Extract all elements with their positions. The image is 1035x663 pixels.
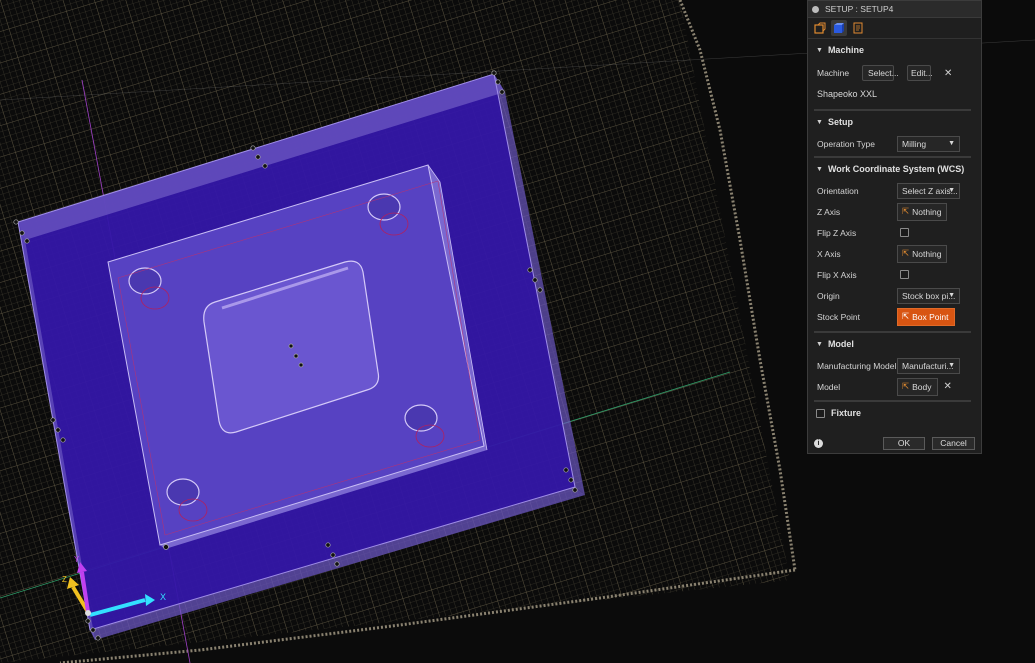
flip-x-checkbox[interactable] [900, 270, 909, 279]
origin-label: Origin [817, 290, 840, 301]
dialog-footer: i OK Cancel [808, 433, 981, 453]
model-value: Body [912, 381, 932, 392]
setup-tab-icon [814, 22, 826, 34]
x-axis-label: X Axis [817, 248, 841, 259]
manufacturing-model-select[interactable]: Manufacturi... ▼ [897, 357, 960, 374]
setup-header-label: Setup [827, 117, 853, 127]
z-axis-select-button[interactable]: ⇱ Nothing [897, 202, 948, 221]
orientation-label: Orientation [817, 185, 859, 196]
info-icon[interactable]: i [814, 438, 823, 448]
collapse-caret-icon: ▼ [816, 165, 823, 173]
stock-point-select-button[interactable]: ⇱ Box Point [897, 307, 955, 326]
machine-header-label: Machine [827, 45, 864, 55]
z-axis-label: Z Axis [817, 206, 841, 217]
machine-clear-icon[interactable]: ✕ [944, 68, 952, 79]
dialog-menu-icon[interactable] [812, 5, 819, 13]
collapse-caret-icon: ▼ [816, 340, 823, 348]
machine-section-header[interactable]: ▼ Machine [808, 39, 981, 61]
flip-z-label: Flip Z Axis [817, 227, 857, 238]
triad-x-label: X [160, 592, 166, 602]
operation-type-label: Operation Type [817, 138, 875, 149]
pointer-icon: ⇱ [902, 248, 910, 258]
pointer-icon: ⇱ [902, 311, 910, 321]
machine-name: Shapeoko XXL [817, 89, 878, 99]
model-header-label: Model [827, 339, 854, 349]
origin-select[interactable]: Stock box pi... ▼ [897, 287, 960, 304]
dropdown-arrow-icon: ▼ [948, 186, 955, 194]
operation-type-value: Milling [902, 138, 927, 149]
machine-edit-button[interactable]: Edit... [907, 65, 933, 81]
orientation-select[interactable]: Select Z axis... ▼ [897, 182, 960, 199]
dropdown-arrow-icon: ▼ [948, 291, 955, 299]
post-process-tab-icon [853, 22, 863, 34]
dialog-title: SETUP : SETUP4 [825, 4, 894, 14]
operation-type-select[interactable]: Milling ▼ [897, 135, 960, 152]
stock-point-label: Stock Point [817, 311, 860, 322]
stock-tab-icon [834, 23, 844, 33]
tab-post-process[interactable] [850, 20, 866, 36]
cancel-button[interactable]: Cancel [932, 436, 975, 450]
model-clear-icon[interactable]: ✕ [944, 381, 952, 392]
collapse-caret-icon: ▼ [816, 118, 823, 126]
stock-point-value: Box Point [912, 311, 949, 322]
manufacturing-model-label: Manufacturing Model [817, 360, 897, 371]
flip-x-label: Flip X Axis [817, 269, 857, 280]
flip-z-checkbox[interactable] [900, 228, 909, 237]
manufacturing-model-value: Manufacturi... [902, 360, 954, 371]
pointer-icon: ⇱ [902, 381, 910, 391]
pointer-icon: ⇱ [902, 206, 910, 216]
ok-button[interactable]: OK [883, 436, 925, 450]
fixture-section-header[interactable]: Fixture [808, 402, 981, 424]
triad-y-label: Y [74, 555, 80, 564]
fixture-header-label: Fixture [831, 408, 862, 418]
setup-dialog: SETUP : SETUP4 ▼ Machine Machine Select.… [807, 0, 982, 454]
wcs-section-header[interactable]: ▼ Work Coordinate System (WCS) [808, 158, 981, 180]
machine-label: Machine [817, 68, 850, 78]
dialog-titlebar[interactable]: SETUP : SETUP4 [808, 1, 981, 18]
tab-setup[interactable] [812, 20, 828, 36]
tab-stock[interactable] [831, 20, 847, 36]
z-axis-value: Nothing [912, 206, 942, 217]
fixture-checkbox[interactable] [816, 408, 825, 418]
dropdown-arrow-icon: ▼ [948, 139, 955, 147]
setup-section-header[interactable]: ▼ Setup [808, 111, 981, 133]
machine-select-button[interactable]: Select... [862, 65, 899, 81]
model-label: Model [817, 381, 841, 392]
collapse-caret-icon: ▼ [816, 46, 823, 54]
triad-z-label: Z [62, 575, 67, 584]
wcs-header-label: Work Coordinate System (WCS) [827, 164, 965, 174]
x-axis-select-button[interactable]: ⇱ Nothing [897, 244, 948, 263]
model-select-button[interactable]: ⇱ Body [897, 377, 938, 396]
dialog-tabs [808, 18, 981, 39]
model-section-header[interactable]: ▼ Model [808, 333, 981, 355]
hole-feature[interactable] [166, 478, 200, 506]
dropdown-arrow-icon: ▼ [948, 361, 955, 369]
x-axis-value: Nothing [912, 248, 942, 259]
